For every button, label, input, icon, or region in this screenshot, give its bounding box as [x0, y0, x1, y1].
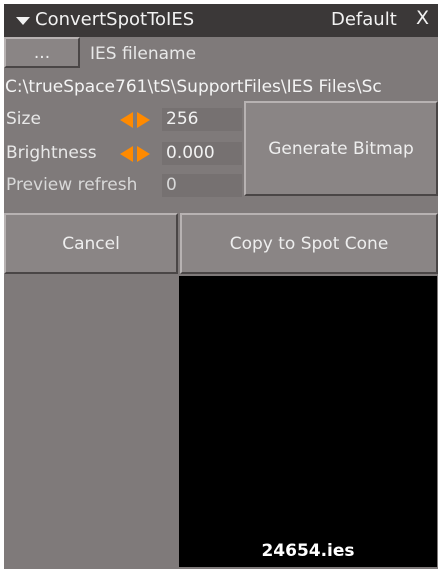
preset-selector[interactable]: Default — [331, 9, 397, 30]
close-icon[interactable]: X — [416, 7, 429, 29]
brightness-label: Brightness — [6, 143, 97, 163]
size-spinner[interactable] — [120, 111, 156, 129]
arrow-right-icon[interactable] — [137, 146, 150, 162]
copy-to-spot-cone-button[interactable]: Copy to Spot Cone — [180, 213, 438, 274]
generate-bitmap-button[interactable]: Generate Bitmap — [244, 101, 438, 196]
panel-titlebar: ConvertSpotToIES Default X — [4, 4, 438, 37]
ies-preview: 24654.ies — [179, 276, 437, 567]
arrow-right-icon[interactable] — [137, 112, 150, 128]
collapse-triangle-icon[interactable] — [16, 17, 30, 25]
preview-filename: 24654.ies — [261, 541, 355, 561]
copy-to-spot-cone-label: Copy to Spot Cone — [229, 233, 389, 254]
panel-title: ConvertSpotToIES — [35, 9, 195, 30]
brightness-input[interactable]: 0.000 — [162, 142, 242, 165]
cancel-label: Cancel — [62, 233, 120, 254]
convert-spot-panel: ConvertSpotToIES Default X ... IES filen… — [4, 4, 438, 569]
size-label: Size — [6, 109, 41, 129]
browse-file-label: ... — [33, 42, 51, 63]
brightness-spinner[interactable] — [120, 145, 156, 163]
ies-filename-label: IES filename — [90, 44, 197, 64]
preview-refresh-label: Preview refresh — [6, 175, 138, 195]
cancel-button[interactable]: Cancel — [4, 213, 178, 274]
preview-refresh-input[interactable]: 0 — [162, 174, 242, 197]
arrow-left-icon[interactable] — [120, 112, 133, 128]
generate-bitmap-label: Generate Bitmap — [268, 138, 414, 159]
browse-file-button[interactable]: ... — [4, 37, 80, 68]
arrow-left-icon[interactable] — [120, 146, 133, 162]
ies-path-field[interactable]: C:\trueSpace761\tS\SupportFiles\IES File… — [4, 76, 438, 99]
size-input[interactable]: 256 — [162, 108, 242, 131]
